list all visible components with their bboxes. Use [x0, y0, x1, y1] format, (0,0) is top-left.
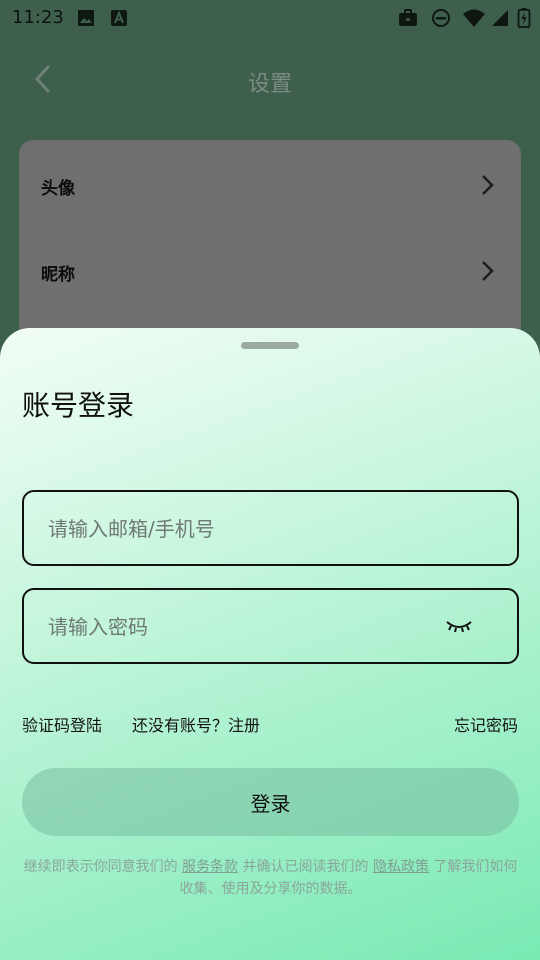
chevron-right-icon: [482, 261, 494, 281]
settings-row-nickname[interactable]: 昵称: [19, 242, 521, 302]
battery-charging-icon: [517, 8, 531, 28]
settings-row-avatar[interactable]: 头像: [19, 156, 521, 216]
register-link[interactable]: 还没有账号？注册: [132, 712, 260, 736]
password-input[interactable]: [46, 590, 440, 664]
password-field: [22, 588, 519, 664]
page-title: 设置: [247, 72, 292, 97]
sheet-title: 账号登录: [22, 389, 135, 422]
forgot-password-link[interactable]: 忘记密码: [454, 712, 518, 736]
account-input[interactable]: [46, 492, 440, 566]
eye-closed-icon[interactable]: [445, 616, 473, 636]
status-bar: 11:23: [0, 0, 540, 36]
dnd-icon: [432, 9, 450, 27]
chevron-right-icon: [482, 175, 494, 195]
status-time: 11:23: [12, 7, 64, 28]
login-button[interactable]: 登录: [22, 768, 519, 836]
image-icon: [78, 10, 94, 26]
account-field: [22, 490, 519, 566]
login-bottom-sheet: 账号登录 验证码登陆 还没有账号？注册 忘记密码 登录 继续即表示你同意我们的 …: [0, 328, 540, 960]
signal-icon: [492, 10, 508, 26]
terms-prefix: 继续即表示你同意我们的: [23, 859, 183, 875]
terms-of-service-link[interactable]: 服务条款: [182, 859, 238, 875]
sms-login-link[interactable]: 验证码登陆: [22, 712, 102, 736]
sheet-drag-handle[interactable]: [241, 342, 299, 349]
terms-middle: 并确认已阅读我们的: [238, 859, 373, 875]
wifi-icon: [463, 9, 485, 27]
font-icon: [111, 10, 127, 26]
terms-text: 继续即表示你同意我们的 服务条款 并确认已阅读我们的 隐私政策 了解我们如何收集…: [22, 856, 519, 900]
privacy-policy-link[interactable]: 隐私政策: [373, 859, 429, 875]
settings-row-label: 头像: [41, 179, 75, 199]
briefcase-icon: [399, 9, 417, 26]
settings-row-label: 昵称: [41, 265, 75, 285]
